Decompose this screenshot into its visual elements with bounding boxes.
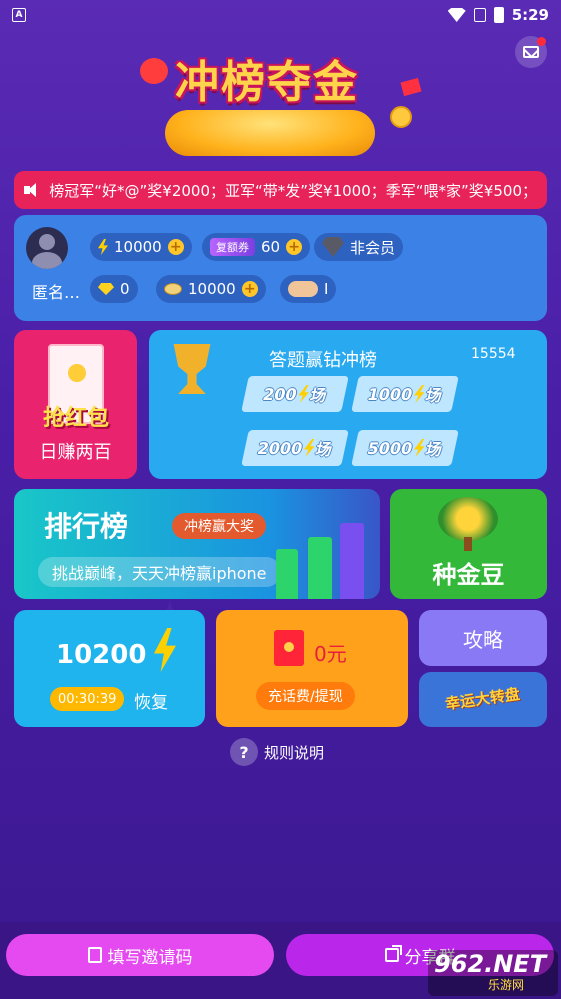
lightning-icon	[154, 628, 176, 672]
gold-bean-caption: 种金豆	[432, 561, 505, 589]
invite-code-button[interactable]: 填写邀请码	[6, 934, 274, 976]
gold-bean-icon	[164, 283, 182, 295]
quiz-option-5000[interactable]: 5000 场	[351, 430, 459, 466]
energy-value: 10000	[114, 238, 162, 256]
leaderboard-tile[interactable]: 排行榜 冲榜赢大奖 挑战巅峰，天天冲榜赢iphone	[14, 489, 380, 599]
option-amount: 2000	[255, 438, 305, 458]
membership-status: 非会员	[350, 238, 396, 257]
mail-icon	[523, 46, 539, 58]
energy-tile[interactable]: 10200 00:30:39 恢复	[14, 610, 205, 727]
red-envelope-icon	[274, 630, 304, 666]
add-bean-icon[interactable]: +	[241, 281, 258, 297]
handshake-pill[interactable]: I	[280, 275, 337, 303]
recover-label: 恢复	[134, 693, 168, 713]
lucky-wheel-button[interactable]: 幸运大转盘	[419, 672, 547, 727]
red-packet-caption: 日赚两百	[39, 442, 112, 463]
option-unit: 场	[308, 386, 329, 405]
speaker-icon	[24, 183, 37, 197]
cash-amount: 0元	[314, 642, 347, 666]
recover-timer: 00:30:39	[50, 687, 125, 711]
edit-icon	[87, 947, 102, 963]
quiz-title: 答题赢钻冲榜	[269, 350, 377, 371]
recharge-withdraw-button[interactable]: 充话费/提现	[256, 682, 355, 710]
app-notification-icon: A	[12, 8, 26, 22]
share-icon	[384, 945, 402, 962]
quiz-option-1000[interactable]: 1000 场	[351, 376, 459, 412]
lucky-wheel-logo: 幸运大转盘	[444, 685, 522, 714]
ticker-text: 榜冠军“好*@”奖¥2000；亚军“带*发”奖¥1000；季军“喂*家”奖¥50…	[49, 181, 537, 200]
mascot-icon	[140, 58, 168, 84]
ticket-count: 60	[261, 238, 281, 256]
user-info-card: 匿名… 10000 + 复额券 60 + 非会员 0 10000 + I	[14, 215, 547, 321]
site-watermark: 962.NET 乐游网	[428, 950, 558, 996]
tree-trunk	[464, 537, 472, 551]
grab-red-packet-badge: 抢红包	[42, 406, 109, 431]
notification-dot	[537, 37, 546, 46]
gold-bean-tile[interactable]: 种金豆	[390, 489, 547, 599]
header-logo: 冲榜夺金	[140, 40, 422, 160]
user-name: 匿名…	[32, 283, 81, 302]
battery-icon	[493, 7, 504, 23]
quiz-option-2000[interactable]: 2000 场	[241, 430, 349, 466]
leaderboard-tag: 冲榜赢大奖	[172, 513, 266, 539]
quiz-count: 15554	[471, 346, 516, 362]
handshake-value: I	[324, 280, 329, 298]
podium-bar	[308, 537, 332, 599]
no-signal-icon	[473, 8, 486, 22]
vip-badge-icon	[322, 237, 344, 257]
status-bar: A 5:29	[0, 0, 561, 30]
gold-cloud-decoration	[165, 110, 375, 156]
leaderboard-title: 排行榜	[44, 510, 129, 543]
invite-code-label: 填写邀请码	[107, 947, 193, 968]
podium-bar	[276, 549, 298, 599]
rules-link[interactable]: ? 规则说明	[230, 736, 324, 768]
announcement-ticker: 榜冠军“好*@”奖¥2000；亚军“带*发”奖¥1000；季军“喂*家”奖¥50…	[14, 171, 547, 209]
guide-label: 攻略	[463, 627, 503, 652]
option-amount: 200	[261, 384, 299, 404]
watermark-logo: 962.NET	[434, 950, 547, 978]
rules-label: 规则说明	[264, 743, 325, 762]
mail-button[interactable]	[515, 36, 547, 68]
diamond-icon	[98, 283, 114, 295]
status-time: 5:29	[511, 6, 549, 24]
option-unit: 场	[423, 386, 444, 405]
energy-pill[interactable]: 10000 +	[90, 233, 192, 261]
diamond-count: 0	[120, 280, 130, 298]
page-title: 冲榜夺金	[175, 57, 359, 108]
handshake-icon	[288, 281, 318, 297]
membership-pill[interactable]: 非会员	[314, 233, 404, 261]
option-unit: 场	[313, 440, 334, 459]
leaderboard-subtitle: 挑战巅峰，天天冲榜赢iphone	[38, 557, 281, 587]
energy-total: 10200	[56, 640, 147, 670]
bean-pill[interactable]: 10000 +	[156, 275, 266, 303]
ticket-pill[interactable]: 复额券 60 +	[202, 233, 311, 261]
diamond-pill[interactable]: 0	[90, 275, 138, 303]
quiz-option-200[interactable]: 200 场	[241, 376, 349, 412]
watermark-text: 乐游网	[488, 978, 525, 992]
add-energy-icon[interactable]: +	[167, 239, 184, 255]
quiz-tile: 答题赢钻冲榜 15554 200 场 1000 场 2000 场 5000 场	[149, 330, 547, 479]
question-icon: ?	[230, 738, 258, 766]
guide-button[interactable]: 攻略	[419, 610, 547, 666]
bean-count: 10000	[188, 280, 236, 298]
wifi-icon	[447, 8, 466, 22]
podium-bar	[340, 523, 364, 599]
money-tree-icon	[438, 497, 498, 541]
trophy-icon	[173, 344, 211, 394]
coin-icon	[390, 106, 412, 128]
red-envelope-icon	[400, 77, 422, 97]
lightning-icon	[98, 239, 108, 255]
red-packet-tile[interactable]: 抢红包 日赚两百	[14, 330, 137, 479]
option-amount: 1000	[365, 384, 415, 404]
ticket-icon: 复额券	[210, 238, 255, 256]
avatar[interactable]	[26, 227, 68, 269]
cash-tile: 0元 充话费/提现	[216, 610, 408, 727]
add-ticket-icon[interactable]: +	[286, 239, 303, 255]
option-unit: 场	[423, 440, 444, 459]
option-amount: 5000	[365, 438, 415, 458]
